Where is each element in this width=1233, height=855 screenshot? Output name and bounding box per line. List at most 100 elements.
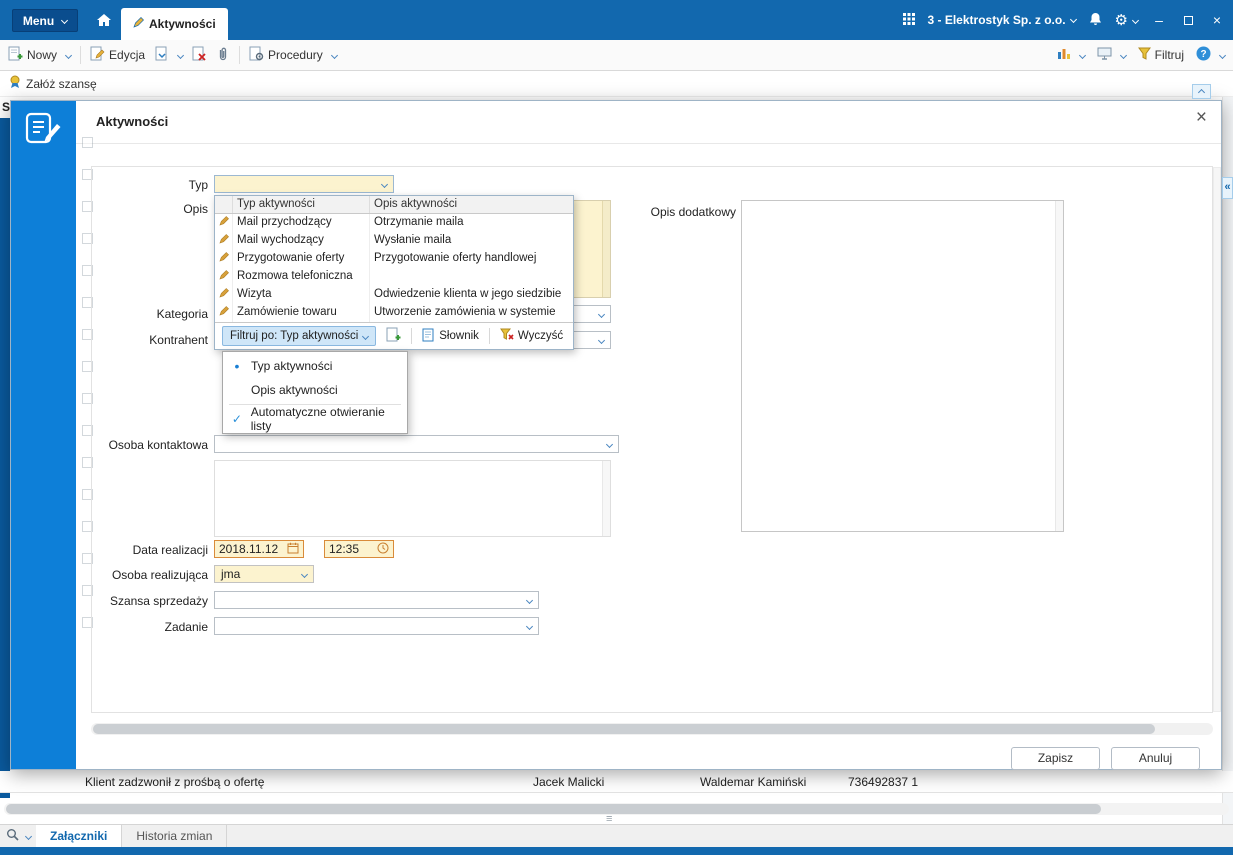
zadanie-select[interactable] bbox=[214, 617, 539, 635]
opis-dodatkowy-textarea[interactable] bbox=[741, 200, 1064, 532]
background-left-panel bbox=[0, 118, 10, 798]
home-icon[interactable] bbox=[96, 13, 112, 30]
filter-by-button[interactable]: Filtruj po: Typ aktywności bbox=[222, 326, 377, 346]
clock-icon[interactable] bbox=[377, 542, 389, 557]
osoba-realizujaca-combobox[interactable]: jma bbox=[214, 565, 314, 583]
szansa-sprzedazy-select[interactable] bbox=[214, 591, 539, 609]
auto-open-option[interactable]: ✓ Automatyczne otwieranie listy bbox=[223, 405, 407, 433]
tab-aktywnosci[interactable]: Aktywności bbox=[121, 8, 228, 40]
menu-button[interactable]: Menu bbox=[12, 9, 78, 32]
procedures-button[interactable]: Procedury bbox=[249, 46, 338, 64]
close-button[interactable]: × bbox=[1209, 12, 1225, 28]
chevron-down-icon bbox=[177, 51, 185, 59]
quick-actions-bar: Załóż szansę bbox=[0, 71, 1233, 97]
horizontal-scrollbar[interactable] bbox=[4, 803, 1229, 815]
collapse-panel-button[interactable] bbox=[1192, 84, 1211, 99]
row-owner: Waldemar Kamiński bbox=[700, 775, 807, 789]
background-row-checkbox bbox=[82, 137, 93, 148]
edit-button[interactable]: Edycja bbox=[90, 46, 145, 64]
view-button[interactable] bbox=[1097, 47, 1127, 63]
dictionary-icon bbox=[422, 328, 435, 345]
bottom-tab-bar: Załączniki Historia zmian bbox=[0, 824, 1233, 847]
filter-menu-option[interactable]: • Typ aktywności bbox=[223, 354, 407, 378]
company-name: 3 - Elektrostyk Sp. z o.o. bbox=[927, 13, 1066, 27]
auto-open-label: Automatyczne otwieranie listy bbox=[250, 405, 385, 433]
settings-gear-icon[interactable]: ⚙ bbox=[1114, 11, 1140, 29]
open-document-button[interactable] bbox=[154, 46, 185, 64]
dialog-horizontal-scrollbar[interactable] bbox=[91, 723, 1213, 735]
scrollbar-thumb[interactable] bbox=[93, 724, 1155, 734]
opportunity-icon bbox=[8, 75, 22, 92]
typ-list-row[interactable]: Mail wychodzący Wysłanie maila bbox=[215, 232, 573, 250]
kontrahent-details-box bbox=[214, 460, 611, 537]
typ-list-row[interactable]: Mail przychodzący Otrzymanie maila bbox=[215, 214, 573, 232]
cancel-button[interactable]: Anuluj bbox=[1111, 747, 1200, 770]
osoba-kontaktowa-select[interactable] bbox=[214, 435, 619, 453]
chart-button[interactable] bbox=[1057, 47, 1086, 63]
chevron-down-icon bbox=[597, 310, 606, 318]
chevron-down-icon bbox=[525, 622, 534, 630]
company-selector[interactable]: 3 - Elektrostyk Sp. z o.o. bbox=[927, 13, 1077, 27]
add-entry-icon[interactable] bbox=[386, 327, 401, 345]
scrollbar-track[interactable] bbox=[602, 201, 610, 297]
option-label: Opis aktywności bbox=[251, 383, 338, 397]
filter-label: Filtruj bbox=[1154, 48, 1184, 62]
czas-realizacji-input[interactable]: 12:35 bbox=[324, 540, 394, 558]
form-vertical-scrollbar[interactable] bbox=[1213, 167, 1221, 712]
preview-search-button[interactable] bbox=[0, 825, 36, 847]
footer-separator bbox=[488, 328, 490, 344]
typ-list-row[interactable]: Wizyta Odwiedzenie klienta w jego siedzib… bbox=[215, 286, 573, 304]
tab-label: Aktywności bbox=[149, 17, 216, 31]
create-opportunity-label: Załóż szansę bbox=[26, 76, 97, 91]
dictionary-button[interactable]: Słownik bbox=[422, 328, 479, 345]
typ-label: Typ bbox=[188, 178, 208, 192]
opis-dodatkowy-label: Opis dodatkowy bbox=[650, 205, 736, 219]
filter-button[interactable]: Filtruj bbox=[1137, 47, 1184, 63]
new-button[interactable]: Nowy bbox=[8, 46, 73, 64]
minimize-button[interactable]: – bbox=[1151, 12, 1167, 28]
tab-zalaczniki[interactable]: Załączniki bbox=[36, 825, 123, 847]
monitor-icon bbox=[1097, 47, 1112, 63]
chevron-down-icon bbox=[1069, 15, 1077, 24]
paperclip-icon bbox=[216, 46, 230, 64]
data-realizacji-input[interactable]: 2018.11.12 bbox=[214, 540, 304, 558]
row-opis: Odwiedzenie klienta w jego siedzibie bbox=[374, 288, 562, 300]
clear-filter-button[interactable]: Wyczyść bbox=[499, 328, 563, 344]
tab-historia-zmian[interactable]: Historia zmian bbox=[122, 825, 228, 847]
scrollbar-thumb[interactable] bbox=[6, 804, 1101, 814]
filter-funnel-icon bbox=[1137, 47, 1151, 63]
osoba-kontaktowa-label: Osoba kontaktowa bbox=[108, 438, 208, 452]
dialog-close-button[interactable]: × bbox=[1196, 107, 1207, 129]
notification-bell-icon[interactable] bbox=[1089, 12, 1102, 29]
typ-list-row[interactable]: Przygotowanie oferty Przygotowanie oferty… bbox=[215, 250, 573, 268]
scrollbar-track[interactable] bbox=[1055, 201, 1063, 531]
chevron-down-icon bbox=[362, 332, 370, 340]
chevron-up-icon bbox=[1197, 88, 1206, 97]
gear-glyph: ⚙ bbox=[1114, 12, 1128, 29]
typ-dropdown-panel: Typ aktywności Opis aktywności Mail przy… bbox=[214, 195, 574, 350]
typ-list-row[interactable]: Rozmowa telefoniczna bbox=[215, 268, 573, 286]
delete-button[interactable] bbox=[192, 46, 207, 64]
typ-list-row[interactable]: Zamówienie towaru Utworzenie zamówienia w… bbox=[215, 304, 573, 322]
footer-separator bbox=[411, 328, 413, 344]
chevron-down-icon bbox=[330, 51, 338, 59]
time-value: 12:35 bbox=[329, 542, 360, 556]
typ-combobox[interactable] bbox=[214, 175, 394, 193]
save-button[interactable]: Zapisz bbox=[1011, 747, 1100, 770]
maximize-button[interactable] bbox=[1180, 12, 1196, 28]
row-opis: Przygotowanie oferty handlowej bbox=[374, 252, 537, 264]
calendar-icon[interactable] bbox=[287, 542, 299, 557]
expand-side-panel-button[interactable]: « bbox=[1222, 177, 1233, 199]
help-button[interactable]: ? bbox=[1196, 46, 1227, 64]
row-typ: Zamówienie towaru bbox=[233, 304, 370, 322]
create-opportunity-button[interactable]: Załóż szansę bbox=[8, 75, 97, 92]
activity-dialog: Aktywności × Typ Opis Kategoria Kontrahe… bbox=[10, 100, 1222, 770]
apps-grid-icon[interactable] bbox=[902, 12, 915, 28]
opis-label: Opis bbox=[183, 202, 208, 216]
attachment-button[interactable] bbox=[216, 46, 230, 64]
scrollbar-track[interactable] bbox=[602, 461, 610, 536]
application-window: Menu Aktywności 3 - Elektrostyk Sp. z o.… bbox=[0, 0, 1233, 855]
pencil-icon bbox=[215, 268, 233, 286]
filter-menu-option[interactable]: Opis aktywności bbox=[223, 378, 407, 402]
filter-by-label: Filtruj po: Typ aktywności bbox=[230, 330, 359, 342]
